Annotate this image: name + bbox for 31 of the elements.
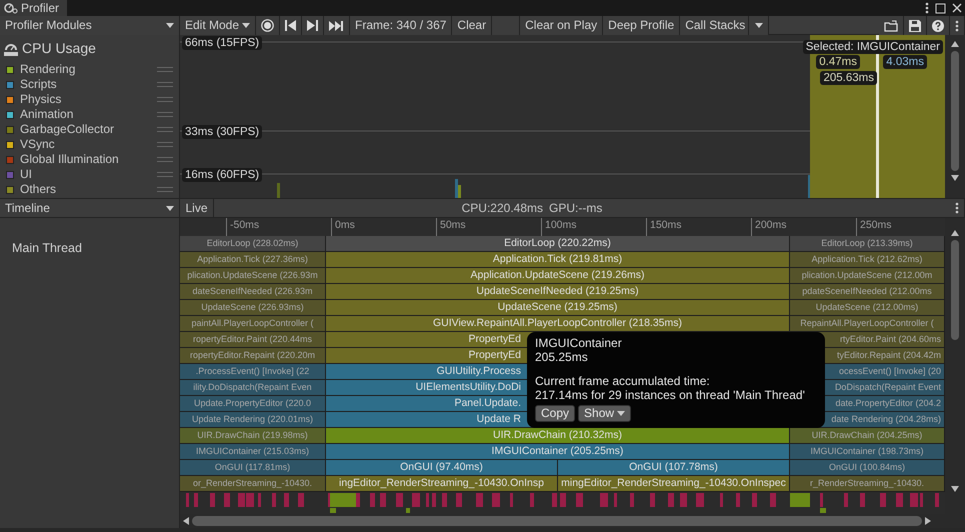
gridline-label: 33ms (30FPS) [182, 125, 262, 139]
category-label: Physics [20, 92, 62, 107]
module-title: CPU Usage [22, 39, 96, 58]
tick-label: 200ms [755, 219, 787, 231]
category-label: Global Illumination [20, 152, 120, 167]
tick-label: 150ms [650, 219, 682, 231]
category-label: Rendering [20, 62, 76, 77]
category-label: Scripts [20, 77, 58, 92]
tooltip-text: 205.25ms [535, 350, 589, 364]
frame-counter: Frame: 340 / 367 [350, 16, 452, 35]
tick-label: -50ms [230, 219, 260, 231]
category-label: UI [20, 167, 33, 182]
selection-label: Selected: IMGUIContainer [802, 40, 943, 54]
time-reading: 205.63ms [820, 71, 877, 85]
tick-label: 250ms [860, 219, 892, 231]
tick-label: 100ms [545, 219, 577, 231]
tick-label: 50ms [440, 219, 466, 231]
gpu-time: GPU:--ms [549, 200, 602, 217]
tooltip-text: Current frame accumulated time: [535, 374, 711, 388]
category-label: Others [20, 182, 58, 197]
thread-name: Main Thread [11, 240, 83, 257]
cpu-time: CPU:220.48ms [462, 200, 544, 217]
gridline-label: 66ms (15FPS) [182, 36, 262, 50]
time-reading: 0.47ms [816, 55, 860, 69]
tick-label: 0ms [335, 219, 355, 231]
category-label: Animation [20, 107, 74, 122]
gridline-label: 16ms (60FPS) [182, 168, 262, 182]
time-reading: 4.03ms [883, 55, 927, 69]
category-label: GarbageCollector [20, 122, 116, 137]
tooltip-text: IMGUIContainer [535, 336, 623, 350]
category-label: VSync [20, 137, 56, 152]
